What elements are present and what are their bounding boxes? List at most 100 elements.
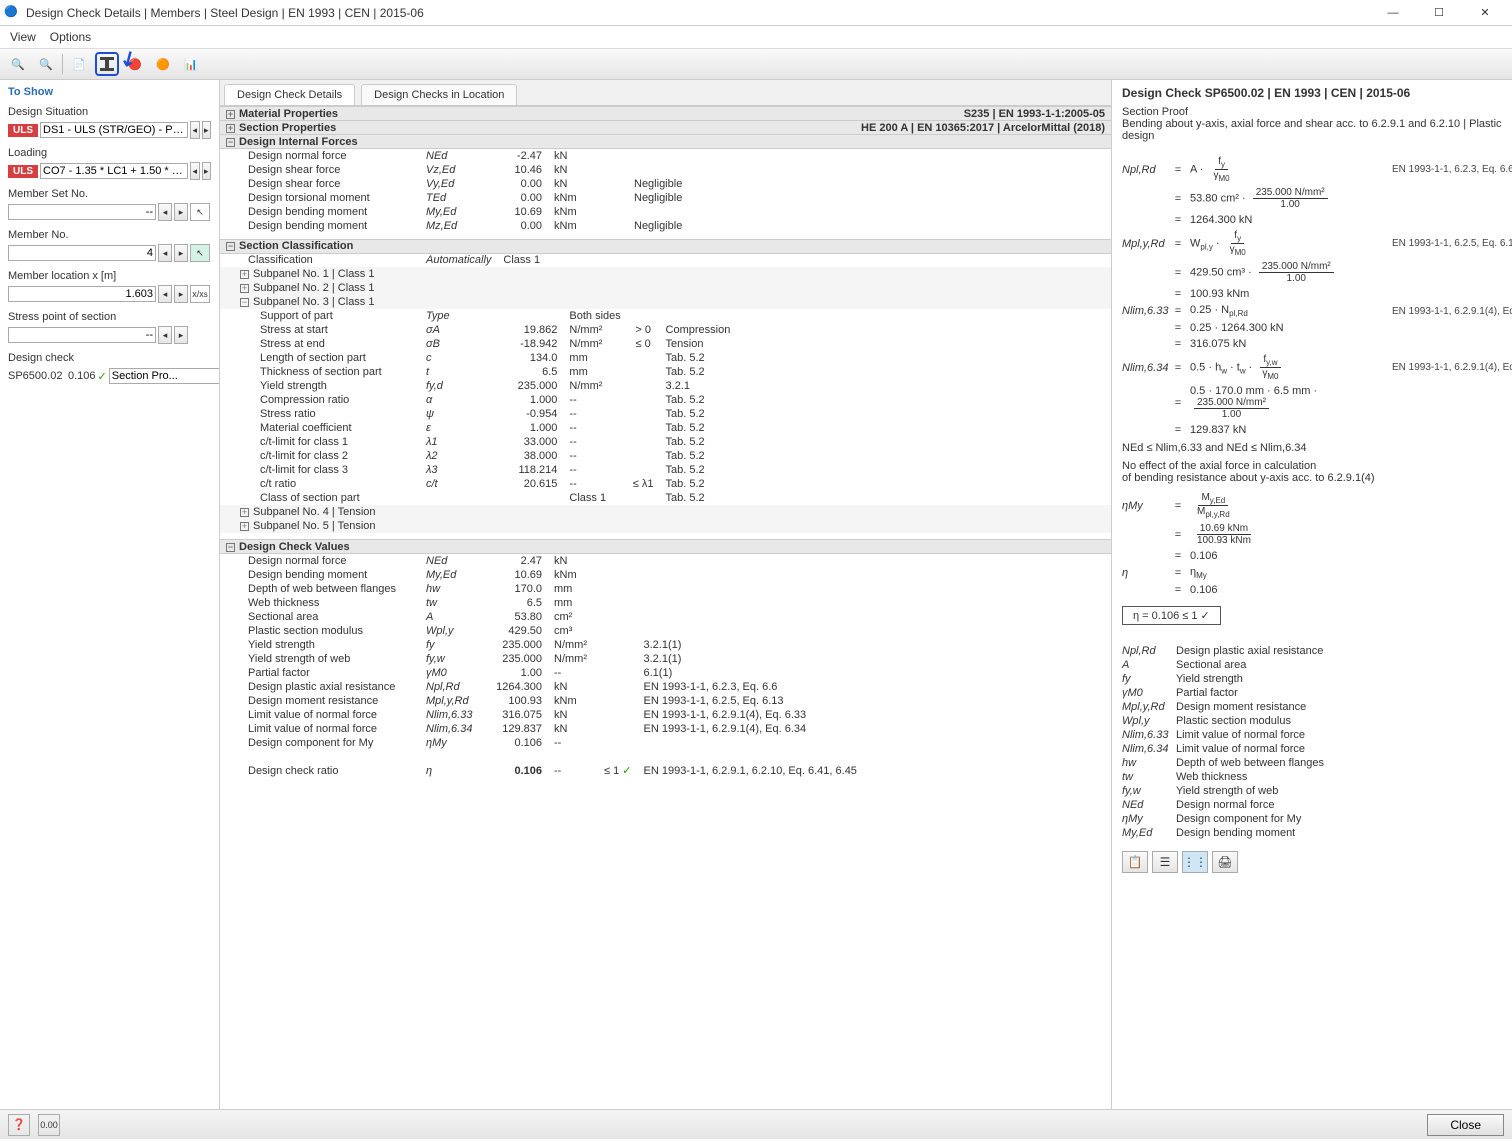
memberno-input[interactable] [8,245,156,261]
table-row: Yield strength [220,638,420,652]
table-row: Design shear force [220,177,420,191]
print-icon[interactable]: 🖨 [1212,851,1238,873]
table-row: Stress ratio [220,407,420,421]
mn-pick[interactable]: ↖ [190,244,210,262]
legend-row: Npl,RdDesign plastic axial resistance [1122,645,1502,657]
subpanel-title: Subpanel No. 2 | Class 1 [253,282,374,294]
formula-row: η= ηMy [1122,566,1502,580]
collapse-icon[interactable]: − [226,138,235,147]
ms-prev[interactable]: ◂ [158,203,172,221]
statusbar: ❓ 0.00 Close [0,1109,1512,1139]
formula-row: Nlim,6.34= 0.5 · hw · tw · fy,wγM0EN 199… [1122,354,1502,381]
lbl-loading: Loading [8,147,211,159]
dc-ratio: 0.106 [68,370,96,382]
expand-icon[interactable]: + [226,110,235,119]
sp-next[interactable]: ▸ [174,326,188,344]
close-window-button[interactable]: ✕ [1462,0,1508,26]
legend-row: Mpl,y,RdDesign moment resistance [1122,701,1502,713]
note2: of bending resistance about y-axis acc. … [1122,472,1502,484]
formula-row: ηMy= My,EdMpl,y,Rd [1122,492,1502,519]
list-icon[interactable]: ☰ [1152,851,1178,873]
secprop-title: Section Properties [239,122,336,134]
final-note: EN 1993-1-1, 6.2.9.1, 6.2.10, Eq. 6.41, … [638,764,1112,778]
tab-design-checks-location[interactable]: Design Checks in Location [361,84,517,105]
final-unit: -- [548,764,598,778]
table-row: Limit value of normal force [220,708,420,722]
expand-icon[interactable]: + [226,124,235,133]
table-row: c/t-limit for class 3 [220,463,420,477]
dc-select[interactable] [109,368,220,384]
table-row: Web thickness [220,596,420,610]
mn-prev[interactable]: ◂ [158,244,172,262]
menu-options[interactable]: Options [50,30,91,44]
table-row: Class of section part [220,491,420,505]
legend-row: fy,wYield strength of web [1122,785,1502,797]
table-row: c/t-limit for class 2 [220,449,420,463]
tool-zoom-out-icon[interactable]: 🔍 [34,52,58,76]
expand-icon[interactable]: + [240,522,249,531]
expand-icon[interactable]: − [240,298,249,307]
ml-toggle[interactable]: x/xs [190,285,210,303]
formula-row: = 10.69 kNm100.93 kNm [1122,523,1502,546]
loading-select[interactable] [40,163,188,179]
table-row: Plastic section modulus [220,624,420,638]
table-row: Yield strength of web [220,652,420,666]
right-toolbar: 📋 ☰ ⋮⋮ 🖨 [1122,851,1502,873]
ml-next[interactable]: ▸ [174,285,188,303]
formula-row: = 0.25 · 1264.300 kN [1122,322,1502,334]
tool-distribution-icon[interactable]: 📊 [179,52,203,76]
formula-row: Mpl,y,Rd= Wpl,y · fyγM0EN 1993-1-1, 6.2.… [1122,230,1502,257]
copy-icon[interactable]: 📋 [1122,851,1148,873]
expand-icon[interactable]: + [240,270,249,279]
memberset-input[interactable] [8,204,156,220]
tool-member-icon[interactable]: 📄 [67,52,91,76]
sp-prev[interactable]: ◂ [158,326,172,344]
load-prev[interactable]: ◂ [190,162,200,180]
formula-row: = 100.93 kNm [1122,288,1502,300]
memberloc-input[interactable] [8,286,156,302]
dc-check-icon: ✓ [98,370,107,383]
table-row: Partial factor [220,666,420,680]
final-value: 0.106 [482,764,548,778]
matprop-title: Material Properties [239,108,338,120]
ds-next[interactable]: ▸ [202,121,212,139]
right-panel: Design Check SP6500.02 | EN 1993 | CEN |… [1112,80,1512,1109]
collapse-icon[interactable]: − [226,242,235,251]
toolbar: 🔍 🔍 📄 ↙ 🔴 🟠 📊 [0,48,1512,80]
minimize-button[interactable]: — [1370,0,1416,26]
ml-prev[interactable]: ◂ [158,285,172,303]
expand-icon[interactable]: + [240,508,249,517]
mn-next[interactable]: ▸ [174,244,188,262]
right-title: Design Check SP6500.02 | EN 1993 | CEN |… [1122,86,1502,100]
app-icon: 🔵 [4,5,20,21]
ms-next[interactable]: ▸ [174,203,188,221]
legend-row: ηMyDesign component for My [1122,813,1502,825]
legend-row: Nlim,6.33Limit value of normal force [1122,729,1502,741]
final-cmp: ≤ 1 [604,765,619,777]
tool-result-icon[interactable]: 🟠 [151,52,175,76]
lbl-stresspt: Stress point of section [8,311,211,323]
tool-cross-section-icon[interactable]: ↙ [95,52,119,76]
ds-prev[interactable]: ◂ [190,121,200,139]
maximize-button[interactable]: ☐ [1416,0,1462,26]
table-row: Design torsional moment [220,191,420,205]
collapse-icon[interactable]: − [226,543,235,552]
load-next[interactable]: ▸ [202,162,212,180]
design-situation-select[interactable] [40,122,188,138]
sc-title: Section Classification [239,240,353,252]
table-row: Length of section part [220,351,420,365]
expand-icon[interactable]: + [240,284,249,293]
stresspt-input[interactable] [8,327,156,343]
decimals-icon[interactable]: 0.00 [38,1114,60,1136]
close-button[interactable]: Close [1427,1114,1504,1136]
tab-design-check-details[interactable]: Design Check Details [224,84,355,105]
uls-badge-2: ULS [8,165,38,178]
tool-zoom-in-icon[interactable]: 🔍 [6,52,30,76]
ms-pick[interactable]: ↖ [190,203,210,221]
formula-row: = 316.075 kN [1122,338,1502,350]
table-row: Design bending moment [220,205,420,219]
matprop-right: S235 | EN 1993-1-1:2005-05 [598,107,1111,121]
menu-view[interactable]: View [10,30,36,44]
filter-icon[interactable]: ⋮⋮ [1182,851,1208,873]
help-icon[interactable]: ❓ [8,1114,30,1136]
